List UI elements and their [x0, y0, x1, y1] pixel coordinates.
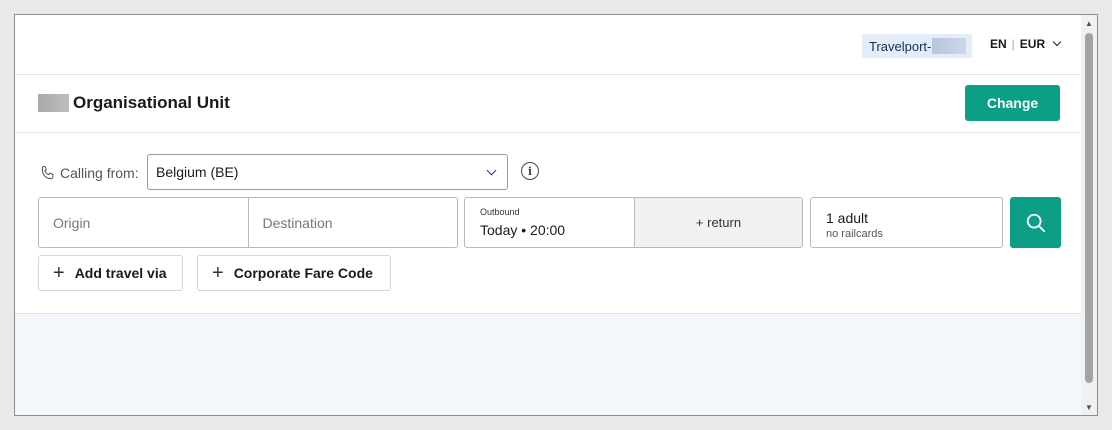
chevron-down-icon [1052, 37, 1062, 47]
corporate-fare-code-label: Corporate Fare Code [233, 265, 373, 281]
date-group: Outbound Today • 20:00 + return [464, 197, 803, 248]
origin-destination-group: Origin Destination [38, 197, 458, 248]
origin-input[interactable]: Origin [39, 198, 248, 247]
account-badge[interactable]: Travelport- [862, 34, 972, 58]
country-select[interactable]: Belgium (BE) [147, 154, 508, 190]
language-code: EN [990, 37, 1007, 51]
passengers-field[interactable]: 1 adult no railcards [810, 197, 1003, 248]
search-form: Calling from: Belgium (BE) i Origin Dest… [15, 133, 1083, 313]
currency-code: EUR [1019, 37, 1046, 51]
add-return-button[interactable]: + return [634, 198, 802, 247]
account-label: Travelport- [869, 38, 932, 54]
info-icon[interactable]: i [521, 162, 539, 180]
org-unit-title: Organisational Unit [73, 93, 230, 112]
add-travel-via-button[interactable]: + Add travel via [38, 255, 183, 291]
corporate-fare-code-button[interactable]: + Corporate Fare Code [197, 255, 391, 291]
scroll-thumb[interactable] [1085, 33, 1093, 383]
outbound-label: Outbound [480, 207, 520, 217]
vertical-scrollbar[interactable]: ▲ ▼ [1081, 15, 1097, 415]
separator: | [1011, 37, 1015, 51]
page-content: Travelport- EN | EUR Organisational Unit… [15, 15, 1083, 415]
calling-from: Calling from: [39, 164, 139, 182]
railcards-info: no railcards [826, 228, 883, 240]
phone-icon [41, 166, 54, 180]
results-panel [15, 313, 1083, 415]
scroll-up-arrow[interactable]: ▲ [1081, 15, 1097, 31]
redacted-account-name [932, 38, 967, 54]
top-bar: Travelport- EN | EUR [15, 15, 1083, 75]
chevron-down-icon [486, 165, 497, 176]
org-unit-heading: Organisational Unit [38, 93, 230, 113]
outbound-value: Today • 20:00 [480, 222, 566, 238]
language-currency-switcher[interactable]: EN | EUR [990, 37, 1062, 51]
outbound-date-field[interactable]: Outbound Today • 20:00 [465, 198, 634, 247]
destination-input[interactable]: Destination [247, 198, 458, 247]
country-value: Belgium (BE) [156, 164, 239, 180]
app-window: Travelport- EN | EUR Organisational Unit… [14, 14, 1098, 416]
plus-icon: + [212, 262, 224, 284]
scroll-down-arrow[interactable]: ▼ [1081, 399, 1097, 415]
add-travel-via-label: Add travel via [74, 265, 167, 281]
redacted-org-name [38, 94, 69, 112]
change-button[interactable]: Change [965, 85, 1060, 121]
passenger-count: 1 adult [826, 210, 869, 226]
plus-icon: + [53, 262, 65, 284]
org-unit-bar: Organisational Unit Change [15, 75, 1083, 133]
calling-from-label: Calling from: [60, 165, 139, 181]
search-icon [1026, 213, 1045, 232]
search-button[interactable] [1010, 197, 1061, 248]
